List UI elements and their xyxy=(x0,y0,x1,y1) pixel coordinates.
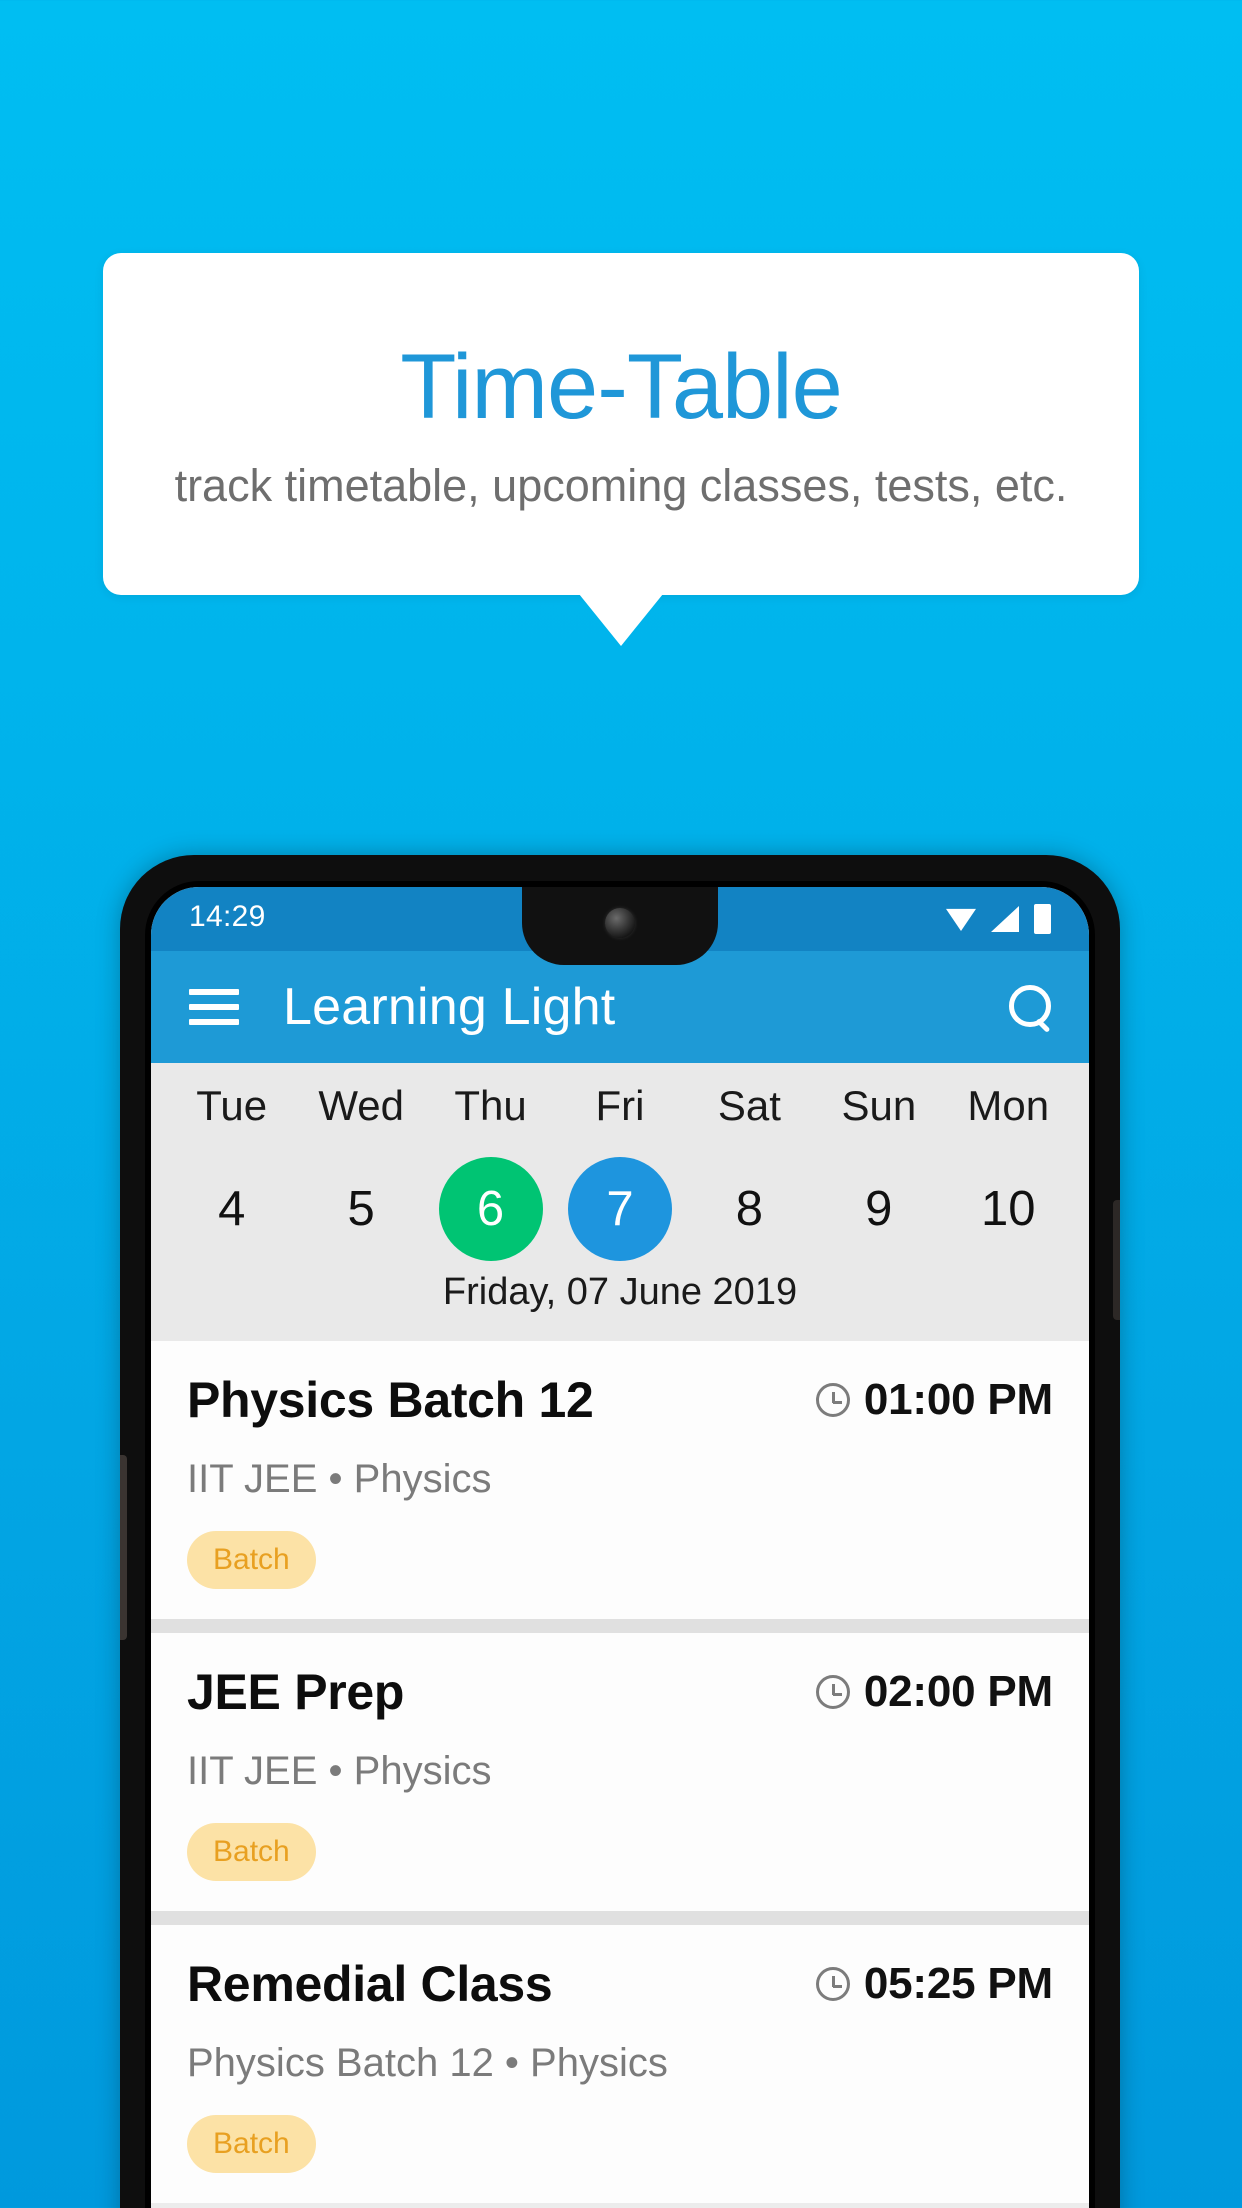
day-number-circle-selected: 7 xyxy=(567,1157,672,1261)
class-card[interactable]: Physics Batch 12 01:00 PM IIT JEE • Phys… xyxy=(151,1341,1089,1619)
class-time: 05:25 PM xyxy=(863,1959,1053,2008)
day-name: Thu xyxy=(454,1082,527,1129)
class-card-header: JEE Prep 02:00 PM xyxy=(187,1667,1053,1717)
day-number-circle: 5 xyxy=(309,1157,413,1261)
class-card[interactable]: JEE Prep 02:00 PM IIT JEE • Physics Batc… xyxy=(151,1633,1089,1911)
day-strip: Tue 4 Wed 5 Thu 6 Fri 7 Sat 8 Sun 9 Mon … xyxy=(151,1063,1089,1341)
day-number-circle: 8 xyxy=(697,1157,801,1261)
day-item-sat[interactable]: Sat 8 xyxy=(685,1085,814,1261)
status-bar-time: 14:29 xyxy=(189,900,266,933)
phone-power-button[interactable] xyxy=(1113,1200,1120,1320)
class-subtitle: Physics Batch 12 • Physics xyxy=(187,2041,668,2085)
class-subtitle: IIT JEE • Physics xyxy=(187,1749,492,1793)
day-name: Tue xyxy=(196,1082,268,1129)
promo-subtitle: track timetable, upcoming classes, tests… xyxy=(174,459,1068,511)
day-number: 8 xyxy=(735,1181,764,1236)
day-name: Sat xyxy=(717,1082,781,1129)
app-bar: Learning Light xyxy=(151,951,1089,1063)
day-name: Fri xyxy=(595,1082,645,1129)
search-icon[interactable] xyxy=(1007,985,1051,1029)
class-title: JEE Prep xyxy=(187,1664,405,1720)
signal-icon xyxy=(991,906,1019,932)
class-time-group: 01:00 PM xyxy=(815,1375,1053,1424)
class-time-group: 05:25 PM xyxy=(815,1959,1053,2008)
status-badge: Batch xyxy=(187,1823,316,1881)
day-item-sun[interactable]: Sun 9 xyxy=(814,1085,943,1261)
front-camera-icon xyxy=(605,908,635,938)
day-number-circle: 9 xyxy=(827,1157,931,1261)
day-number: 6 xyxy=(476,1181,505,1236)
class-title: Remedial Class xyxy=(187,1956,553,2012)
day-row: Tue 4 Wed 5 Thu 6 Fri 7 Sat 8 Sun 9 Mon … xyxy=(151,1085,1089,1261)
selected-date-label: Friday, 07 June 2019 xyxy=(442,1271,798,1313)
promo-title: Time-Table xyxy=(400,335,843,438)
phone-bezel: 14:29 Learning Light Tue 4 Wed 5 Thu 6 F… xyxy=(145,881,1095,2208)
promo-bubble-tail xyxy=(579,594,663,646)
phone-screen: 14:29 Learning Light Tue 4 Wed 5 Thu 6 F… xyxy=(151,887,1089,2208)
day-number: 4 xyxy=(218,1181,246,1236)
day-item-wed[interactable]: Wed 5 xyxy=(296,1085,425,1261)
battery-icon xyxy=(1034,904,1051,934)
clock-icon xyxy=(815,1383,850,1417)
status-badge: Batch xyxy=(187,2115,316,2173)
phone-mockup: 14:29 Learning Light Tue 4 Wed 5 Thu 6 F… xyxy=(120,855,1120,2208)
class-time: 02:00 PM xyxy=(863,1667,1053,1716)
class-time-group: 02:00 PM xyxy=(815,1667,1053,1716)
app-title: Learning Light xyxy=(283,978,616,1036)
day-number: 9 xyxy=(865,1181,893,1236)
class-card-header: Remedial Class 05:25 PM xyxy=(187,1959,1053,2009)
class-card[interactable]: Remedial Class 05:25 PM Physics Batch 12… xyxy=(151,1925,1089,2203)
clock-icon xyxy=(815,1967,850,2001)
class-card-header: Physics Batch 12 01:00 PM xyxy=(187,1375,1053,1425)
class-title: Physics Batch 12 xyxy=(187,1372,594,1428)
status-bar-icons xyxy=(946,904,1051,934)
status-badge: Batch xyxy=(187,1531,316,1589)
day-item-mon[interactable]: Mon 10 xyxy=(944,1085,1073,1261)
day-number-circle-today: 6 xyxy=(438,1157,543,1261)
phone-notch xyxy=(522,887,718,965)
day-number: 10 xyxy=(980,1181,1036,1236)
day-name: Wed xyxy=(318,1082,404,1129)
clock-icon xyxy=(815,1675,850,1709)
hamburger-menu-icon[interactable] xyxy=(189,989,239,1025)
day-item-thu[interactable]: Thu 6 xyxy=(426,1085,555,1261)
class-time: 01:00 PM xyxy=(863,1375,1053,1424)
day-number-circle: 4 xyxy=(180,1157,284,1261)
day-name: Mon xyxy=(967,1082,1050,1129)
phone-volume-button[interactable] xyxy=(120,1455,127,1640)
class-subtitle: IIT JEE • Physics xyxy=(187,1457,492,1501)
promo-bubble: Time-Table track timetable, upcoming cla… xyxy=(103,253,1139,595)
wifi-icon xyxy=(946,908,976,931)
day-item-fri[interactable]: Fri 7 xyxy=(555,1085,684,1261)
day-item-tue[interactable]: Tue 4 xyxy=(167,1085,296,1261)
day-number: 5 xyxy=(347,1181,375,1236)
day-number-circle: 10 xyxy=(956,1157,1060,1261)
day-name: Sun xyxy=(841,1082,917,1129)
day-number: 7 xyxy=(606,1181,634,1236)
class-list[interactable]: Physics Batch 12 01:00 PM IIT JEE • Phys… xyxy=(151,1341,1089,2203)
